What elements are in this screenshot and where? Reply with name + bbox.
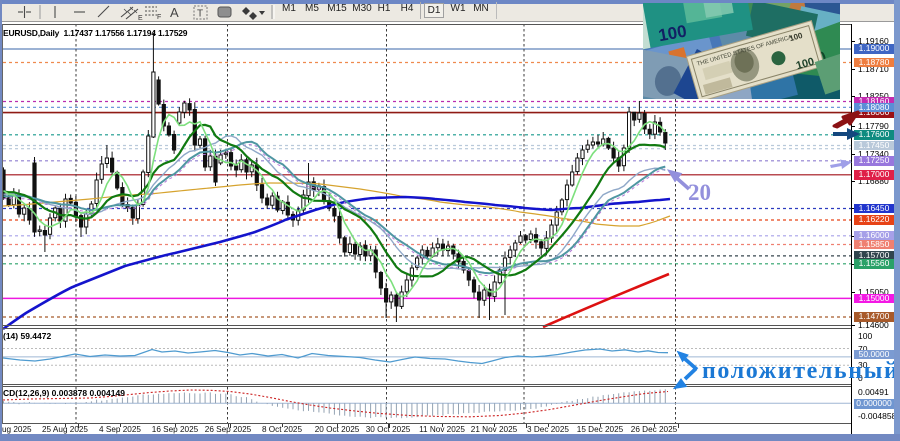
- svg-text:20: 20: [688, 180, 711, 205]
